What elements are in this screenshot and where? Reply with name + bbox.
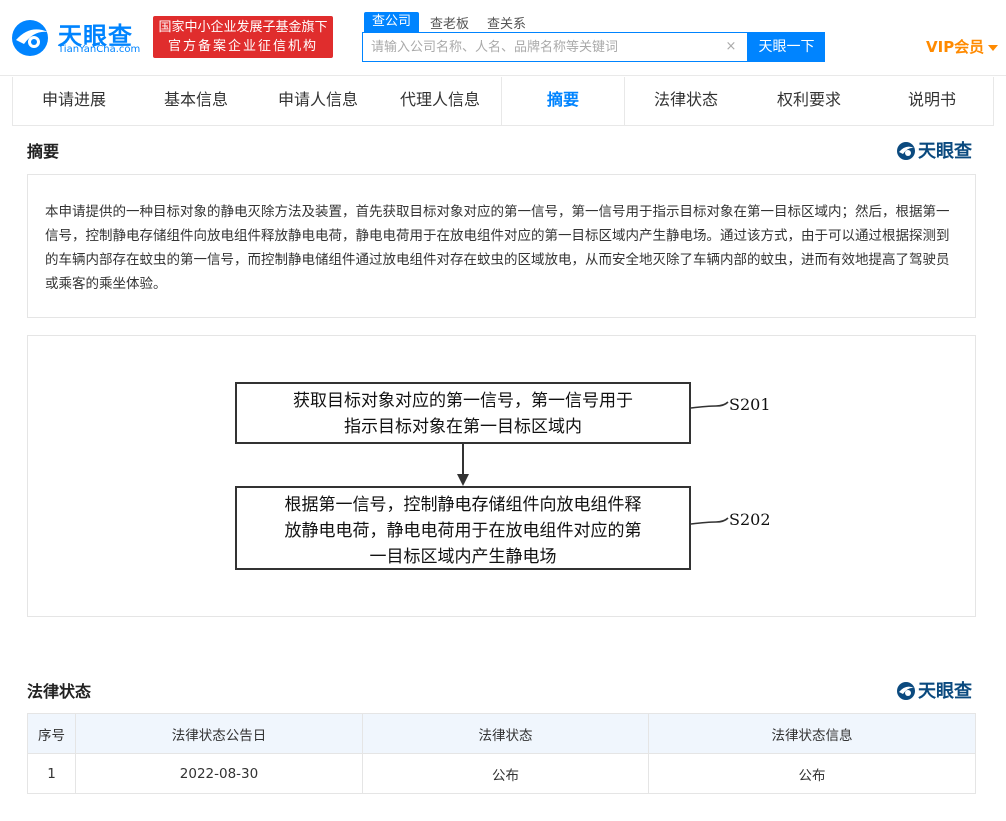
banner-line-1: 国家中小企业发展子基金旗下 (158, 20, 328, 35)
table-cell: 1 (27, 753, 76, 794)
legal-watermark-text: 天眼查 (918, 681, 972, 702)
search-tab-boss[interactable]: 查老板 (430, 13, 469, 32)
search-tab-company[interactable]: 查公司 (364, 12, 420, 32)
legal-status-table: 序号 法律状态公告日 法律状态 法律状态信息 1 2022-08-30 公布 公… (27, 713, 976, 794)
tab-progress[interactable]: 申请进展 (13, 77, 135, 125)
patent-tabs: 申请进展 基本信息 申请人信息 代理人信息 摘要 法律状态 权利要求 说明书 (12, 77, 994, 126)
abstract-figure: 获取目标对象对应的第一信号，第一信号用于 指示目标对象在第一目标区域内 S201… (27, 335, 976, 617)
logo-domain: TianYanCha.com (58, 44, 141, 55)
step-s202-line-2: 放静电电荷，静电电荷用于在放电组件对应的第 (284, 521, 642, 541)
flowchart-connectors (457, 401, 729, 525)
tab-legal-status[interactable]: 法律状态 (625, 77, 747, 125)
search-box: × (362, 32, 748, 62)
abstract-watermark-logo: 天眼查 (896, 137, 972, 163)
column-header: 法律状态公告日 (75, 713, 363, 754)
abstract-content: 本申请提供的一种目标对象的静电灭除方法及装置，首先获取目标对象对应的第一信号，第… (27, 174, 976, 318)
legal-status-title: 法律状态 (27, 682, 92, 701)
vip-member-menu[interactable]: VIP会员 (926, 36, 999, 57)
table-cell: 公布 (362, 753, 649, 794)
caret-down-icon (988, 44, 999, 51)
abstract-title: 摘要 (27, 142, 60, 161)
tab-claims[interactable]: 权利要求 (747, 77, 871, 125)
tab-abstract[interactable]: 摘要 (501, 77, 625, 125)
tianyancha-mini-icon (897, 682, 915, 700)
column-header: 序号 (27, 713, 76, 754)
tianyancha-logo-icon (12, 20, 48, 56)
tab-applicant[interactable]: 申请人信息 (257, 77, 379, 125)
site-logo[interactable]: 天眼查 TianYanCha.com (10, 14, 150, 60)
column-header: 法律状态信息 (648, 713, 976, 754)
table-cell: 公布 (648, 753, 976, 794)
step-label-s201: S201 (729, 395, 771, 414)
step-label-s202: S202 (729, 510, 771, 529)
search-input[interactable] (371, 33, 721, 61)
tab-agent[interactable]: 代理人信息 (379, 77, 501, 125)
tab-basic-info[interactable]: 基本信息 (135, 77, 257, 125)
vip-label: VIP会员 (926, 38, 985, 56)
banner-line-2: 官方备案企业征信机构 (167, 39, 318, 54)
legal-watermark-logo: 天眼查 (896, 677, 972, 703)
flow-step-s202: 根据第一信号，控制静电存储组件向放电组件释 放静电电荷，静电电荷用于在放电组件对… (235, 486, 691, 570)
clear-icon[interactable]: × (723, 39, 739, 55)
tab-description[interactable]: 说明书 (871, 77, 993, 125)
table-header-row: 序号 法律状态公告日 法律状态 法律状态信息 (27, 713, 976, 754)
tianyancha-mini-icon (897, 142, 915, 160)
official-banner: 国家中小企业发展子基金旗下 官方备案企业征信机构 (153, 16, 333, 58)
search-tab-relation[interactable]: 查关系 (487, 13, 526, 32)
abstract-text: 本申请提供的一种目标对象的静电灭除方法及装置，首先获取目标对象对应的第一信号，第… (45, 204, 950, 292)
step-s202-line-3: 一目标区域内产生静电场 (369, 547, 557, 567)
table-cell: 2022-08-30 (75, 753, 363, 794)
step-s202-line-1: 根据第一信号，控制静电存储组件向放电组件释 (284, 495, 642, 515)
abstract-watermark-text: 天眼查 (918, 141, 972, 162)
table-row: 1 2022-08-30 公布 公布 (27, 753, 976, 794)
search-button[interactable]: 天眼一下 (748, 32, 825, 62)
top-header: 天眼查 TianYanCha.com 国家中小企业发展子基金旗下 官方备案企业征… (0, 0, 1006, 76)
column-header: 法律状态 (362, 713, 649, 754)
